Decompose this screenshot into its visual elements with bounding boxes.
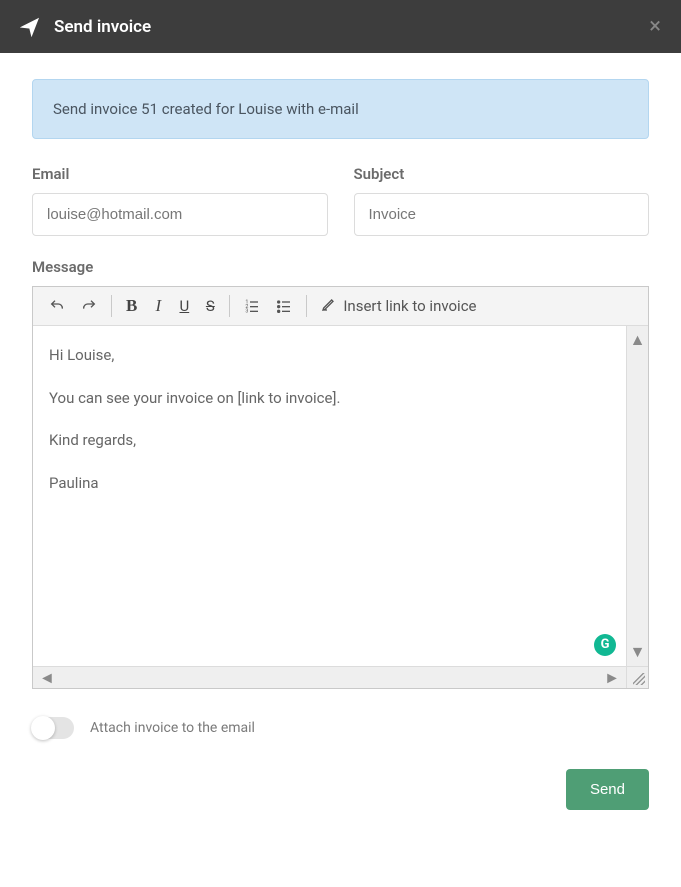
message-label: Message bbox=[32, 258, 649, 276]
message-line: Paulina bbox=[49, 472, 610, 495]
toolbar-separator bbox=[111, 295, 112, 317]
strikethrough-button[interactable]: S bbox=[197, 293, 223, 319]
attach-invoice-toggle[interactable] bbox=[32, 717, 74, 739]
horizontal-scrollbar[interactable]: ◄ ► bbox=[33, 666, 626, 688]
message-line: You can see your invoice on [link to inv… bbox=[49, 387, 610, 410]
ordered-list-button[interactable]: 123 bbox=[236, 293, 268, 319]
modal-title: Send invoice bbox=[54, 17, 151, 37]
toolbar-separator bbox=[229, 295, 230, 317]
toggle-knob bbox=[31, 716, 55, 740]
insert-link-label: Insert link to invoice bbox=[343, 297, 476, 315]
resize-handle[interactable] bbox=[626, 666, 648, 688]
rich-text-editor: B I U S 123 Insert link to invoice Hi Lo… bbox=[32, 286, 649, 689]
undo-button[interactable] bbox=[41, 293, 73, 319]
attach-invoice-label: Attach invoice to the email bbox=[90, 720, 255, 736]
subject-field-group: Subject bbox=[354, 165, 650, 236]
toolbar-separator bbox=[306, 295, 307, 317]
email-field-group: Email bbox=[32, 165, 328, 236]
scroll-down-icon[interactable]: ▼ bbox=[630, 642, 646, 662]
grammarly-icon[interactable]: G bbox=[594, 634, 616, 656]
pencil-icon bbox=[321, 296, 337, 316]
subject-label: Subject bbox=[354, 165, 650, 183]
insert-link-button[interactable]: Insert link to invoice bbox=[313, 293, 484, 319]
scroll-right-icon[interactable]: ► bbox=[604, 668, 620, 688]
info-banner: Send invoice 51 created for Louise with … bbox=[32, 79, 649, 139]
email-label: Email bbox=[32, 165, 328, 183]
subject-input[interactable] bbox=[354, 193, 650, 236]
underline-button[interactable]: U bbox=[171, 293, 197, 319]
send-button[interactable]: Send bbox=[566, 769, 649, 810]
italic-button[interactable]: I bbox=[145, 293, 171, 319]
modal-header: Send invoice × bbox=[0, 0, 681, 53]
editor-toolbar: B I U S 123 Insert link to invoice bbox=[33, 287, 648, 326]
message-textarea[interactable]: Hi Louise, You can see your invoice on [… bbox=[33, 326, 626, 666]
message-line: Kind regards, bbox=[49, 429, 610, 452]
send-icon bbox=[20, 17, 40, 37]
email-input[interactable] bbox=[32, 193, 328, 236]
scroll-up-icon[interactable]: ▲ bbox=[630, 330, 646, 350]
svg-text:3: 3 bbox=[246, 309, 249, 314]
vertical-scrollbar[interactable]: ▲ ▼ bbox=[626, 326, 648, 666]
close-icon[interactable]: × bbox=[649, 14, 661, 39]
redo-button[interactable] bbox=[73, 293, 105, 319]
message-line: Hi Louise, bbox=[49, 344, 610, 367]
modal-body: Send invoice 51 created for Louise with … bbox=[0, 53, 681, 830]
unordered-list-button[interactable] bbox=[268, 293, 300, 319]
bold-button[interactable]: B bbox=[118, 293, 145, 319]
scroll-left-icon[interactable]: ◄ bbox=[39, 668, 55, 688]
